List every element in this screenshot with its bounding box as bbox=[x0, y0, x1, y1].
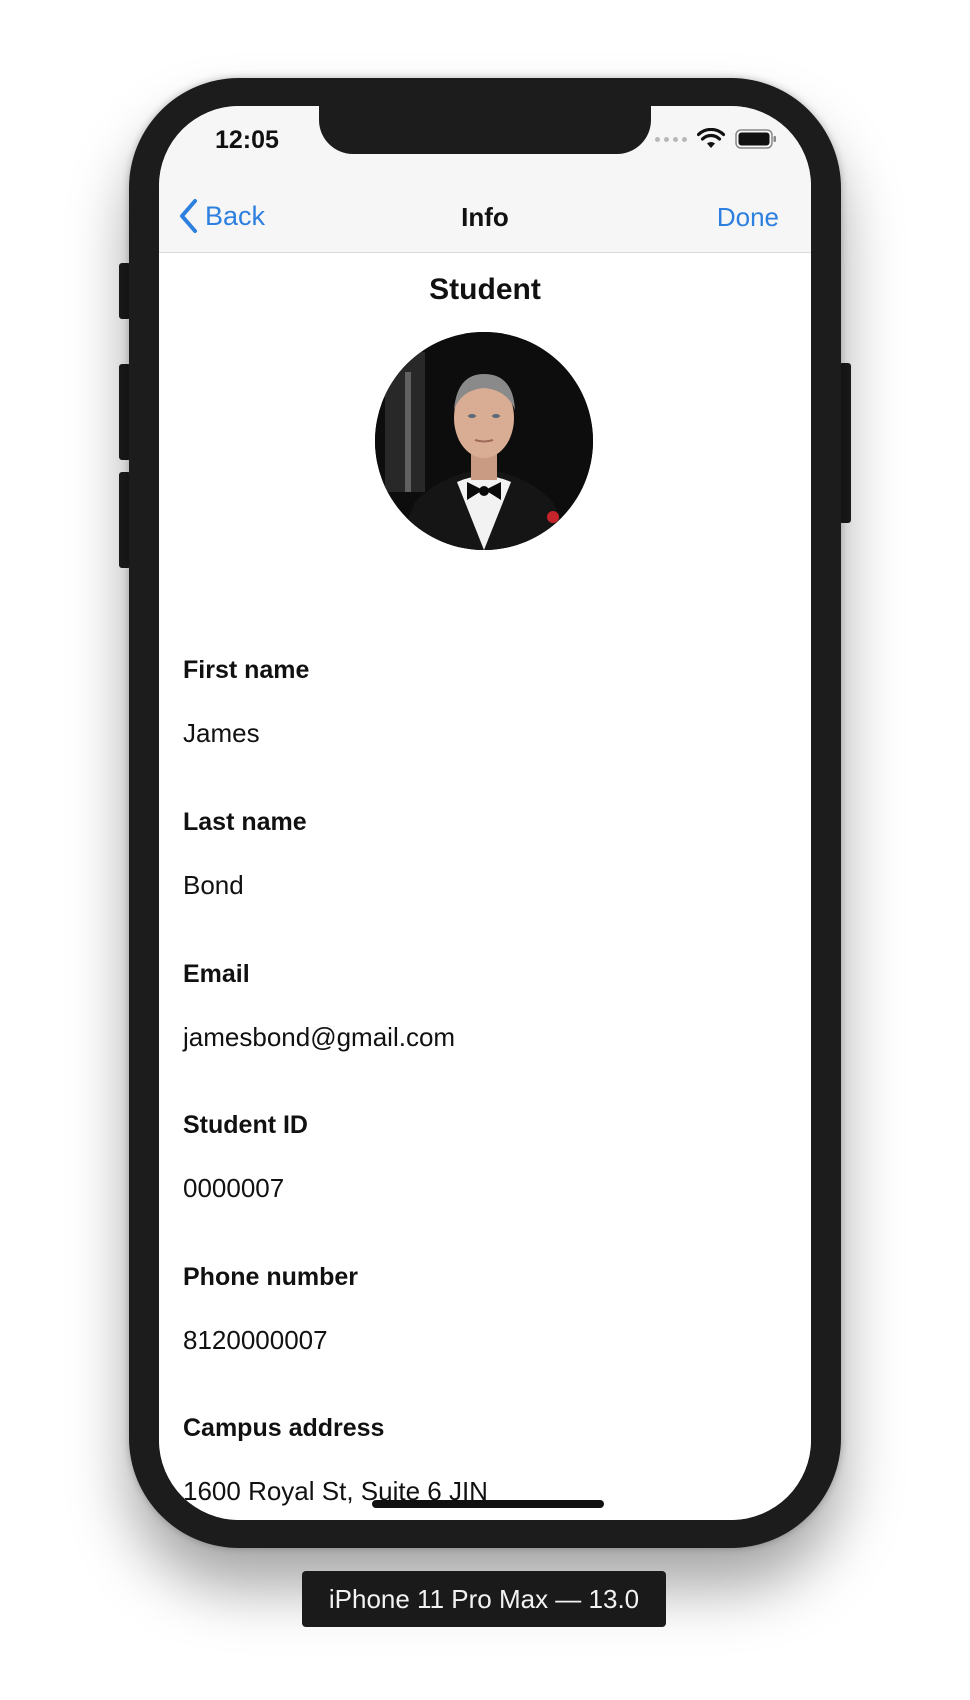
notch bbox=[319, 106, 651, 154]
field-value[interactable]: 0000007 bbox=[183, 1173, 308, 1204]
field-value[interactable]: Bond bbox=[183, 870, 307, 901]
wifi-icon bbox=[697, 128, 725, 148]
home-indicator[interactable] bbox=[372, 1500, 604, 1508]
done-button[interactable]: Done bbox=[717, 202, 779, 233]
device-label: iPhone 11 Pro Max — 13.0 bbox=[302, 1571, 666, 1627]
field-label: Email bbox=[183, 960, 250, 988]
simulator-stage: 12:05 Back Info Done Student First name … bbox=[0, 0, 970, 1700]
field-value[interactable]: 8120000007 bbox=[183, 1325, 358, 1356]
nav-title: Info bbox=[461, 202, 509, 232]
signal-icon bbox=[655, 136, 687, 142]
field-last-name: Last name Bond bbox=[183, 808, 307, 901]
field-label: First name bbox=[183, 656, 310, 684]
field-label: Campus address bbox=[183, 1414, 385, 1442]
navigation-bar: Back Info Done bbox=[159, 186, 811, 253]
section-title: Student bbox=[429, 273, 541, 306]
info-content: Student First name James Last name Bond … bbox=[159, 253, 811, 1520]
field-value[interactable]: James bbox=[183, 718, 309, 749]
field-label: Phone number bbox=[183, 1263, 359, 1291]
battery-icon bbox=[735, 129, 776, 149]
field-label: Student ID bbox=[183, 1111, 308, 1139]
field-email: Email jamesbond@gmail.com bbox=[183, 960, 455, 1053]
field-label: Last name bbox=[183, 808, 307, 836]
screen: 12:05 Back Info Done Student First name … bbox=[159, 106, 811, 1520]
iphone-frame: 12:05 Back Info Done Student First name … bbox=[129, 78, 841, 1548]
field-value[interactable]: jamesbond@gmail.com bbox=[183, 1022, 455, 1053]
field-phone-number: Phone number 8120000007 bbox=[183, 1263, 358, 1356]
status-time: 12:05 bbox=[215, 126, 279, 154]
field-student-id: Student ID 0000007 bbox=[183, 1111, 308, 1204]
status-icons bbox=[655, 128, 777, 150]
field-campus-address: Campus address 1600 Royal St, Suite 6 JI… bbox=[183, 1414, 488, 1507]
field-first-name: First name James bbox=[183, 656, 309, 749]
avatar bbox=[375, 332, 593, 550]
